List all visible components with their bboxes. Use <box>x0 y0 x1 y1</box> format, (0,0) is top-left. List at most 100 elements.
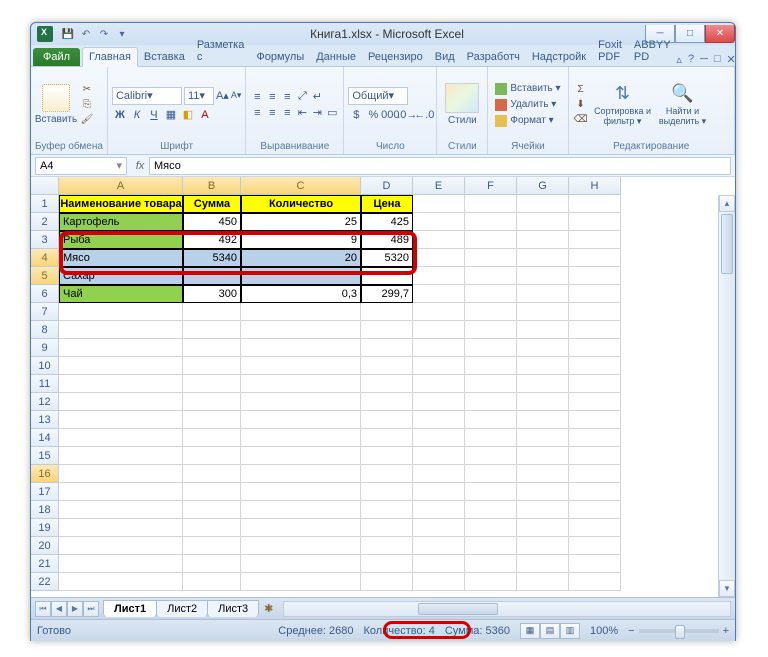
zoom-slider[interactable]: − + <box>628 625 729 637</box>
cell-E8[interactable] <box>413 321 465 339</box>
percent-icon[interactable]: % <box>365 107 381 123</box>
page-layout-icon[interactable]: ▤ <box>540 623 560 639</box>
cell-H10[interactable] <box>569 357 621 375</box>
cell-C9[interactable] <box>241 339 361 357</box>
file-tab[interactable]: Файл <box>33 48 80 66</box>
cell-F21[interactable] <box>465 555 517 573</box>
cell-B14[interactable] <box>183 429 241 447</box>
maximize-button[interactable]: □ <box>675 25 705 43</box>
align-right-icon[interactable]: ≡ <box>280 106 294 120</box>
doc-minimize-icon[interactable]: ─ <box>700 53 708 66</box>
cell-A13[interactable] <box>59 411 183 429</box>
row-header-5[interactable]: 5 <box>31 267 59 285</box>
cell-B12[interactable] <box>183 393 241 411</box>
cell-A21[interactable] <box>59 555 183 573</box>
cell-F4[interactable] <box>465 249 517 267</box>
sheet-tab-1[interactable]: Лист1 <box>103 600 157 617</box>
col-header-F[interactable]: F <box>465 177 517 195</box>
font-color-icon[interactable]: A <box>197 107 213 123</box>
cell-F20[interactable] <box>465 537 517 555</box>
sheet-next-icon[interactable]: ▶ <box>67 601 83 617</box>
tab-addins[interactable]: Надстройк <box>526 48 592 66</box>
cell-B3[interactable]: 492 <box>183 231 241 249</box>
cell-G8[interactable] <box>517 321 569 339</box>
row-header-18[interactable]: 18 <box>31 501 59 519</box>
font-name-select[interactable]: Calibri ▾ <box>112 87 182 105</box>
bold-icon[interactable]: Ж <box>112 107 128 123</box>
qat-undo-icon[interactable]: ↶ <box>79 27 93 41</box>
cell-F14[interactable] <box>465 429 517 447</box>
normal-view-icon[interactable]: ▦ <box>520 623 540 639</box>
cell-F7[interactable] <box>465 303 517 321</box>
cell-E21[interactable] <box>413 555 465 573</box>
indent-dec-icon[interactable]: ⇤ <box>295 106 309 120</box>
cell-H3[interactable] <box>569 231 621 249</box>
cell-D10[interactable] <box>361 357 413 375</box>
cell-B9[interactable] <box>183 339 241 357</box>
qat-save-icon[interactable]: 💾 <box>61 27 75 41</box>
cell-H21[interactable] <box>569 555 621 573</box>
row-header-10[interactable]: 10 <box>31 357 59 375</box>
paste-button[interactable]: Вставить <box>35 69 77 140</box>
cell-B4[interactable]: 5340 <box>183 249 241 267</box>
cell-E3[interactable] <box>413 231 465 249</box>
comma-icon[interactable]: 000 <box>382 107 398 123</box>
cell-G5[interactable] <box>517 267 569 285</box>
cell-H17[interactable] <box>569 483 621 501</box>
cell-D7[interactable] <box>361 303 413 321</box>
cell-C6[interactable]: 0,3 <box>241 285 361 303</box>
cell-E4[interactable] <box>413 249 465 267</box>
cell-F2[interactable] <box>465 213 517 231</box>
font-size-select[interactable]: 11 ▾ <box>184 87 214 105</box>
cell-C10[interactable] <box>241 357 361 375</box>
cell-F6[interactable] <box>465 285 517 303</box>
currency-icon[interactable]: $ <box>348 107 364 123</box>
cell-A14[interactable] <box>59 429 183 447</box>
cell-A15[interactable] <box>59 447 183 465</box>
cell-D12[interactable] <box>361 393 413 411</box>
copy-icon[interactable]: ⎘ <box>79 98 95 112</box>
cell-G4[interactable] <box>517 249 569 267</box>
cell-E17[interactable] <box>413 483 465 501</box>
cell-F17[interactable] <box>465 483 517 501</box>
cell-A19[interactable] <box>59 519 183 537</box>
cell-F1[interactable] <box>465 195 517 213</box>
row-header-22[interactable]: 22 <box>31 573 59 591</box>
scroll-down-icon[interactable]: ▼ <box>719 580 735 597</box>
cell-A12[interactable] <box>59 393 183 411</box>
sheet-prev-icon[interactable]: ◀ <box>51 601 67 617</box>
cell-H20[interactable] <box>569 537 621 555</box>
doc-restore-icon[interactable]: □ <box>714 53 721 66</box>
cell-C18[interactable] <box>241 501 361 519</box>
col-header-B[interactable]: B <box>183 177 241 195</box>
ribbon-minimize-icon[interactable]: ▵ <box>676 53 682 66</box>
align-middle-icon[interactable]: ≡ <box>265 90 279 104</box>
cell-C1[interactable]: Количество <box>241 195 361 213</box>
cell-H4[interactable] <box>569 249 621 267</box>
new-sheet-icon[interactable]: ✱ <box>258 602 279 615</box>
grow-font-icon[interactable]: A▴ <box>216 89 229 102</box>
cell-A20[interactable] <box>59 537 183 555</box>
row-header-4[interactable]: 4 <box>31 249 59 267</box>
sheet-tab-2[interactable]: Лист2 <box>156 600 208 617</box>
cell-B18[interactable] <box>183 501 241 519</box>
cell-E19[interactable] <box>413 519 465 537</box>
merge-icon[interactable]: ▭ <box>325 106 339 120</box>
row-header-20[interactable]: 20 <box>31 537 59 555</box>
zoom-track[interactable] <box>639 629 719 633</box>
cell-C16[interactable] <box>241 465 361 483</box>
cell-D16[interactable] <box>361 465 413 483</box>
cell-D2[interactable]: 425 <box>361 213 413 231</box>
cell-D21[interactable] <box>361 555 413 573</box>
cell-C20[interactable] <box>241 537 361 555</box>
cell-A10[interactable] <box>59 357 183 375</box>
cell-D17[interactable] <box>361 483 413 501</box>
qat-more-icon[interactable]: ▾ <box>115 27 129 41</box>
cell-F11[interactable] <box>465 375 517 393</box>
page-break-icon[interactable]: ▥ <box>560 623 580 639</box>
tab-formulas[interactable]: Формулы <box>250 48 310 66</box>
cell-E14[interactable] <box>413 429 465 447</box>
row-header-1[interactable]: 1 <box>31 195 59 213</box>
cell-H19[interactable] <box>569 519 621 537</box>
format-painter-icon[interactable]: 🖌 <box>79 113 95 127</box>
